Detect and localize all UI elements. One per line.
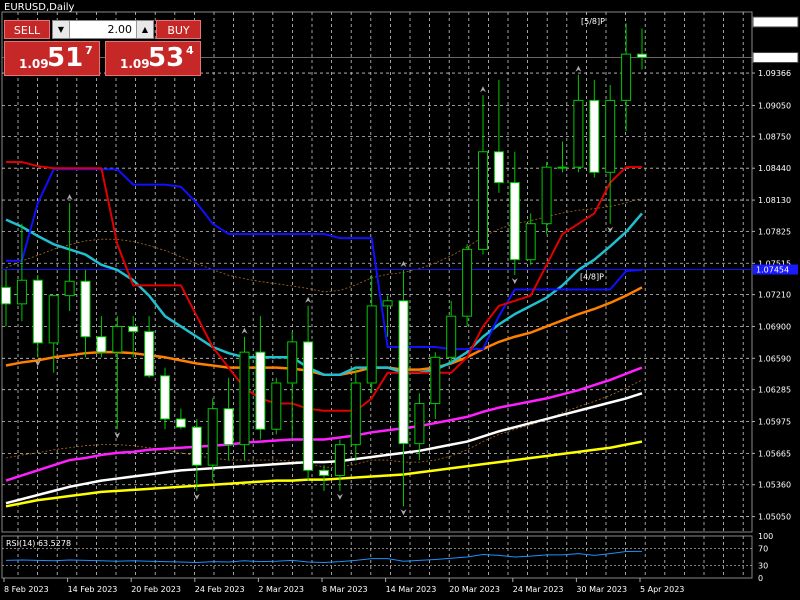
- murrey-4-8-label: [4/8]P: [580, 273, 604, 282]
- sell-price-pips: 51: [47, 43, 84, 73]
- lot-decrease-button[interactable]: ▼: [53, 21, 70, 38]
- lot-size-stepper[interactable]: ▼ ▲: [52, 20, 154, 39]
- bear-candle-body: [589, 99, 600, 173]
- price-axis-label: 1.05665: [758, 449, 791, 458]
- bull-candle-body: [414, 403, 425, 445]
- bear-candle-body: [32, 279, 43, 344]
- price-axis-label: 1.09863: [756, 18, 789, 27]
- price-axis-label: 1.06285: [758, 386, 791, 395]
- date-axis-label: 14 Mar 2023: [386, 585, 437, 594]
- bull-candle-body: [557, 166, 568, 169]
- bull-candle-body: [207, 408, 218, 466]
- bear-candle-body: [144, 331, 155, 377]
- bear-candle-body: [160, 375, 170, 420]
- bull-candle-body: [573, 99, 584, 168]
- chart-background: [0, 0, 800, 600]
- murrey-5-8-label: [5/8]P: [581, 17, 605, 26]
- bear-candle-body: [223, 408, 234, 446]
- bear-candle-body: [398, 300, 409, 445]
- bear-candle-body: [128, 325, 139, 333]
- chart-title: EURUSD,Daily: [4, 2, 75, 13]
- buy-price-pips: 53: [148, 43, 185, 73]
- bear-candle-body: [255, 351, 266, 430]
- bear-candle-body: [493, 151, 504, 184]
- bull-candle-body: [350, 382, 361, 446]
- bull-candle-body: [462, 248, 473, 317]
- date-axis-label: 2 Mar 2023: [258, 585, 304, 594]
- buy-price-fraction: 4: [186, 44, 194, 57]
- date-axis-label: 24 Mar 2023: [513, 585, 564, 594]
- rsi-axis-label: 100: [758, 532, 773, 541]
- bull-candle-body: [621, 53, 632, 101]
- date-axis-label: 14 Feb 2023: [68, 585, 118, 594]
- bull-candle-body: [541, 166, 552, 225]
- price-axis-label: 1.08750: [758, 132, 791, 141]
- date-axis-label: 20 Feb 2023: [131, 585, 181, 594]
- price-axis-label: 1.08440: [758, 164, 791, 173]
- price-axis-label: 1.07210: [758, 291, 791, 300]
- price-axis-label: 1.05050: [758, 513, 791, 522]
- price-axis-label: 1.09050: [758, 102, 791, 111]
- bull-candle-body: [64, 280, 75, 297]
- sell-button[interactable]: SELL: [4, 20, 50, 39]
- bear-candle-body: [96, 336, 107, 353]
- price-axis-label: 1.08130: [758, 196, 791, 205]
- bull-candle-body: [334, 444, 345, 476]
- buy-price-prefix: 1.09: [120, 57, 150, 71]
- bull-candle-body: [382, 300, 393, 307]
- date-axis-label: 8 Mar 2023: [322, 585, 368, 594]
- level-tag-label: 1.07454: [756, 266, 789, 275]
- candle[interactable]: [541, 162, 552, 234]
- bear-candle-body: [303, 341, 314, 471]
- bull-candle-body: [271, 382, 282, 430]
- date-axis-label: 24 Feb 2023: [195, 585, 245, 594]
- bear-candle-body: [175, 418, 186, 428]
- date-axis-label: 20 Mar 2023: [449, 585, 500, 594]
- bear-candle-body: [319, 469, 329, 476]
- bull-candle-body: [16, 279, 27, 305]
- bull-candle-body: [430, 356, 441, 405]
- price-chart[interactable]: 1.098631.095171.093661.090501.087501.084…: [0, 0, 800, 600]
- chart-window[interactable]: 1.09863 1.09517 1.09366 1.09050 1.08750 1.084…: [0, 0, 800, 600]
- sell-price-prefix: 1.09: [19, 57, 49, 71]
- candle[interactable]: [271, 377, 282, 435]
- price-axis-label: 1.07825: [758, 227, 791, 236]
- sell-price-fraction: 7: [85, 44, 93, 57]
- bull-candle-body: [605, 99, 616, 173]
- rsi-axis-label: 30: [758, 561, 768, 570]
- lot-size-input[interactable]: [70, 21, 136, 38]
- one-click-trading-panel: SELL ▼ ▲ BUY 1.09 51 7 1.09 53 4: [4, 20, 201, 76]
- bull-candle-body: [112, 325, 123, 353]
- date-axis-label: 5 Apr 2023: [640, 585, 684, 594]
- buy-price-button[interactable]: 1.09 53 4: [105, 41, 201, 76]
- bear-candle-body: [1, 286, 11, 305]
- bear-candle-body: [637, 53, 647, 58]
- sell-price-button[interactable]: 1.09 51 7: [4, 41, 100, 76]
- bull-candle-body: [446, 315, 457, 358]
- date-axis-label: 8 Feb 2023: [4, 585, 49, 594]
- rsi-axis-label: 0: [758, 574, 763, 583]
- price-axis-label: 1.06590: [758, 354, 791, 363]
- bear-candle-body: [509, 182, 520, 261]
- price-axis-label: 1.09517: [756, 54, 789, 63]
- candle[interactable]: [462, 244, 473, 327]
- bull-candle-body: [287, 341, 298, 384]
- buy-button[interactable]: BUY: [156, 20, 201, 39]
- bull-candle-body: [478, 151, 488, 250]
- price-axis-label: 1.09366: [758, 69, 791, 78]
- price-axis-label: 1.06900: [758, 322, 791, 331]
- bull-candle-body: [366, 305, 377, 384]
- bull-candle-body: [48, 295, 59, 344]
- rsi-axis-label: 70: [758, 545, 768, 554]
- rsi-label: RSI(14) 63.5278: [6, 539, 71, 548]
- price-axis-label: 1.05360: [758, 481, 791, 490]
- bull-candle-body: [525, 223, 536, 261]
- candle[interactable]: [239, 336, 250, 461]
- date-axis-label: 30 Mar 2023: [576, 585, 627, 594]
- bear-candle-body: [80, 280, 91, 338]
- lot-increase-button[interactable]: ▲: [136, 21, 153, 38]
- bear-candle-body: [191, 426, 202, 466]
- price-axis-label: 1.05975: [758, 418, 791, 427]
- bull-candle-body: [239, 351, 250, 446]
